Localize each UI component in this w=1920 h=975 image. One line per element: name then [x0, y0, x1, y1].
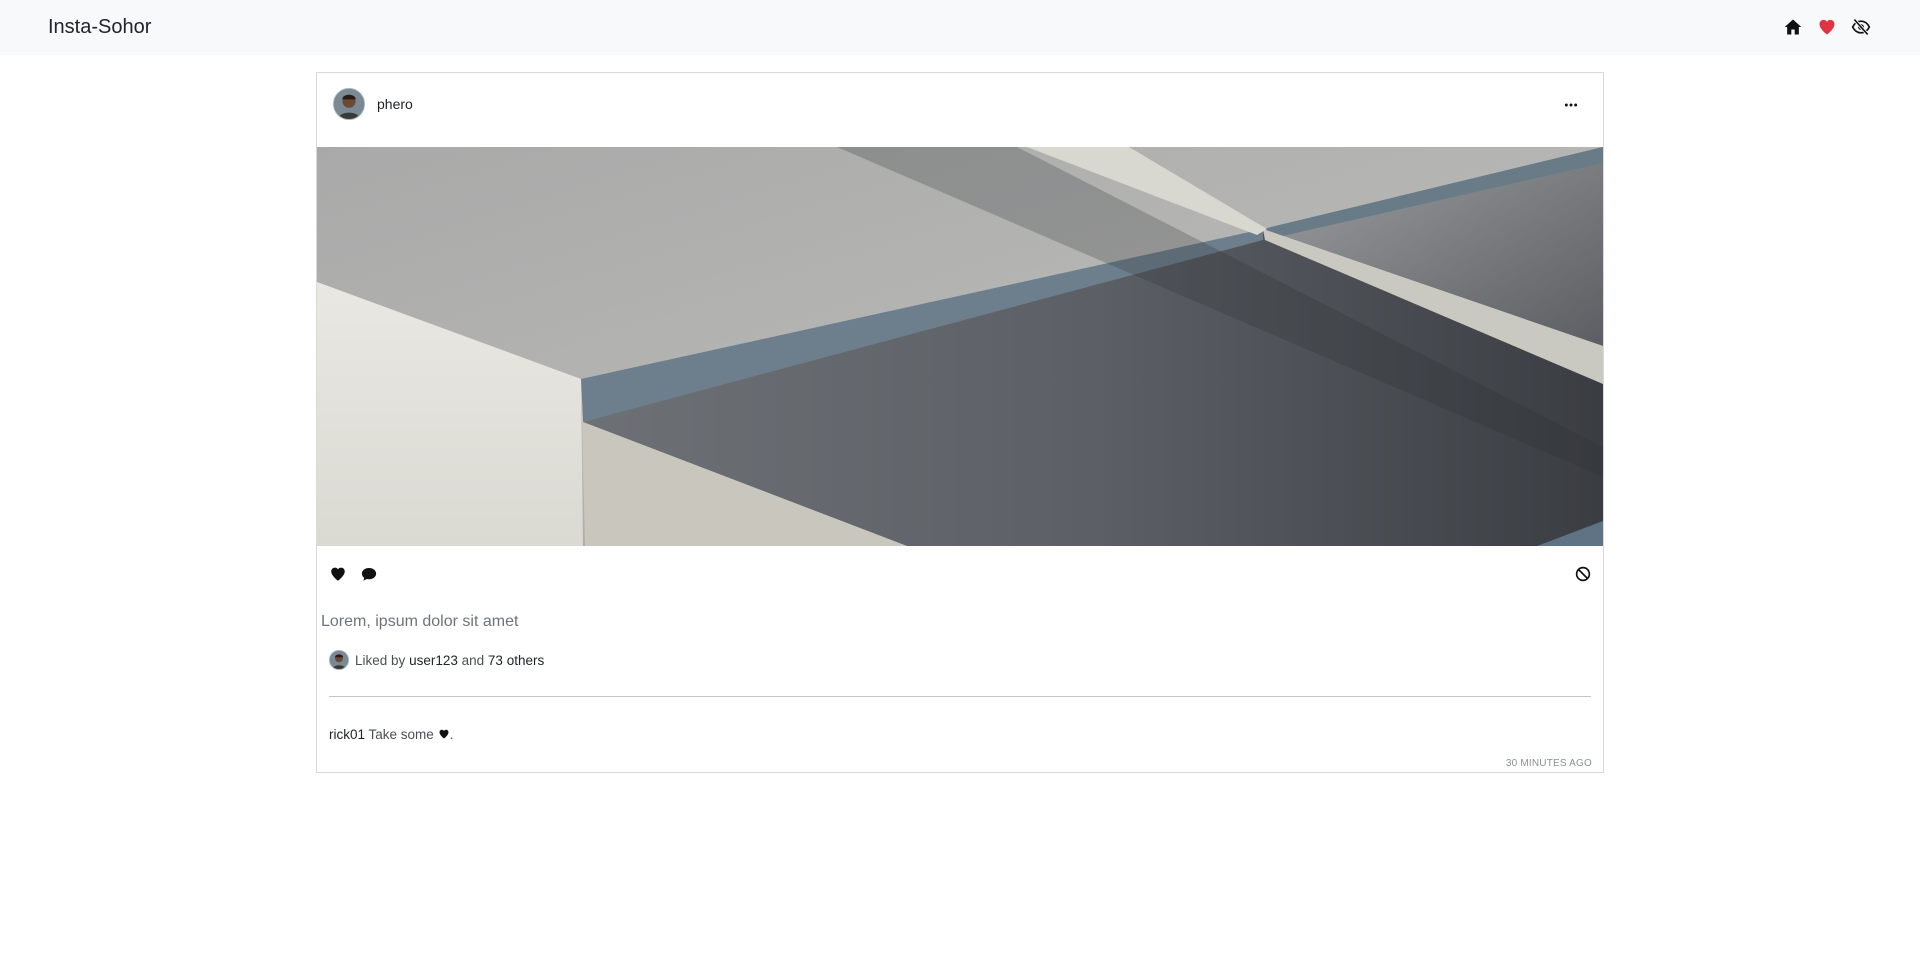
post-header: phero — [317, 73, 1603, 147]
comment-item: rick01 Take some . — [329, 726, 453, 744]
home-icon[interactable] — [1781, 15, 1805, 39]
liked-by-user[interactable]: user123 — [409, 653, 458, 668]
liked-by-others[interactable]: 73 others — [488, 653, 544, 668]
liker-avatar[interactable] — [329, 650, 349, 670]
heart-icon[interactable] — [1815, 15, 1839, 39]
ban-icon[interactable] — [1573, 564, 1593, 584]
comments-divider — [329, 696, 1591, 697]
post-timestamp: 30 MINUTES AGO — [1505, 758, 1592, 769]
comment-text: Take some — [368, 727, 434, 742]
brand-logo[interactable]: Insta-Sohor — [48, 13, 151, 41]
post-caption: Lorem, ipsum dolor sit amet — [321, 613, 519, 630]
author-username[interactable]: phero — [377, 95, 413, 113]
comment-suffix: . — [449, 727, 454, 742]
liked-by-row: Liked by user123 and 73 others — [329, 649, 544, 671]
comment-username[interactable]: rick01 — [329, 727, 365, 742]
top-navbar: Insta-Sohor — [0, 0, 1920, 55]
liked-by-prefix: Liked by — [355, 652, 406, 668]
like-heart-icon[interactable] — [328, 564, 348, 584]
nav-icons — [1781, 15, 1873, 39]
heart-emoji-icon — [439, 729, 449, 739]
post-actions — [317, 559, 1603, 589]
eye-slash-icon[interactable] — [1849, 15, 1873, 39]
post-image[interactable] — [317, 147, 1603, 546]
liked-by-joiner: and — [461, 652, 485, 668]
post-card: phero Lorem, ipsum dolor sit amet Liked … — [316, 72, 1604, 773]
more-options-icon[interactable] — [1559, 93, 1583, 117]
comment-bubble-icon[interactable] — [359, 564, 379, 584]
author-avatar[interactable] — [333, 88, 365, 120]
